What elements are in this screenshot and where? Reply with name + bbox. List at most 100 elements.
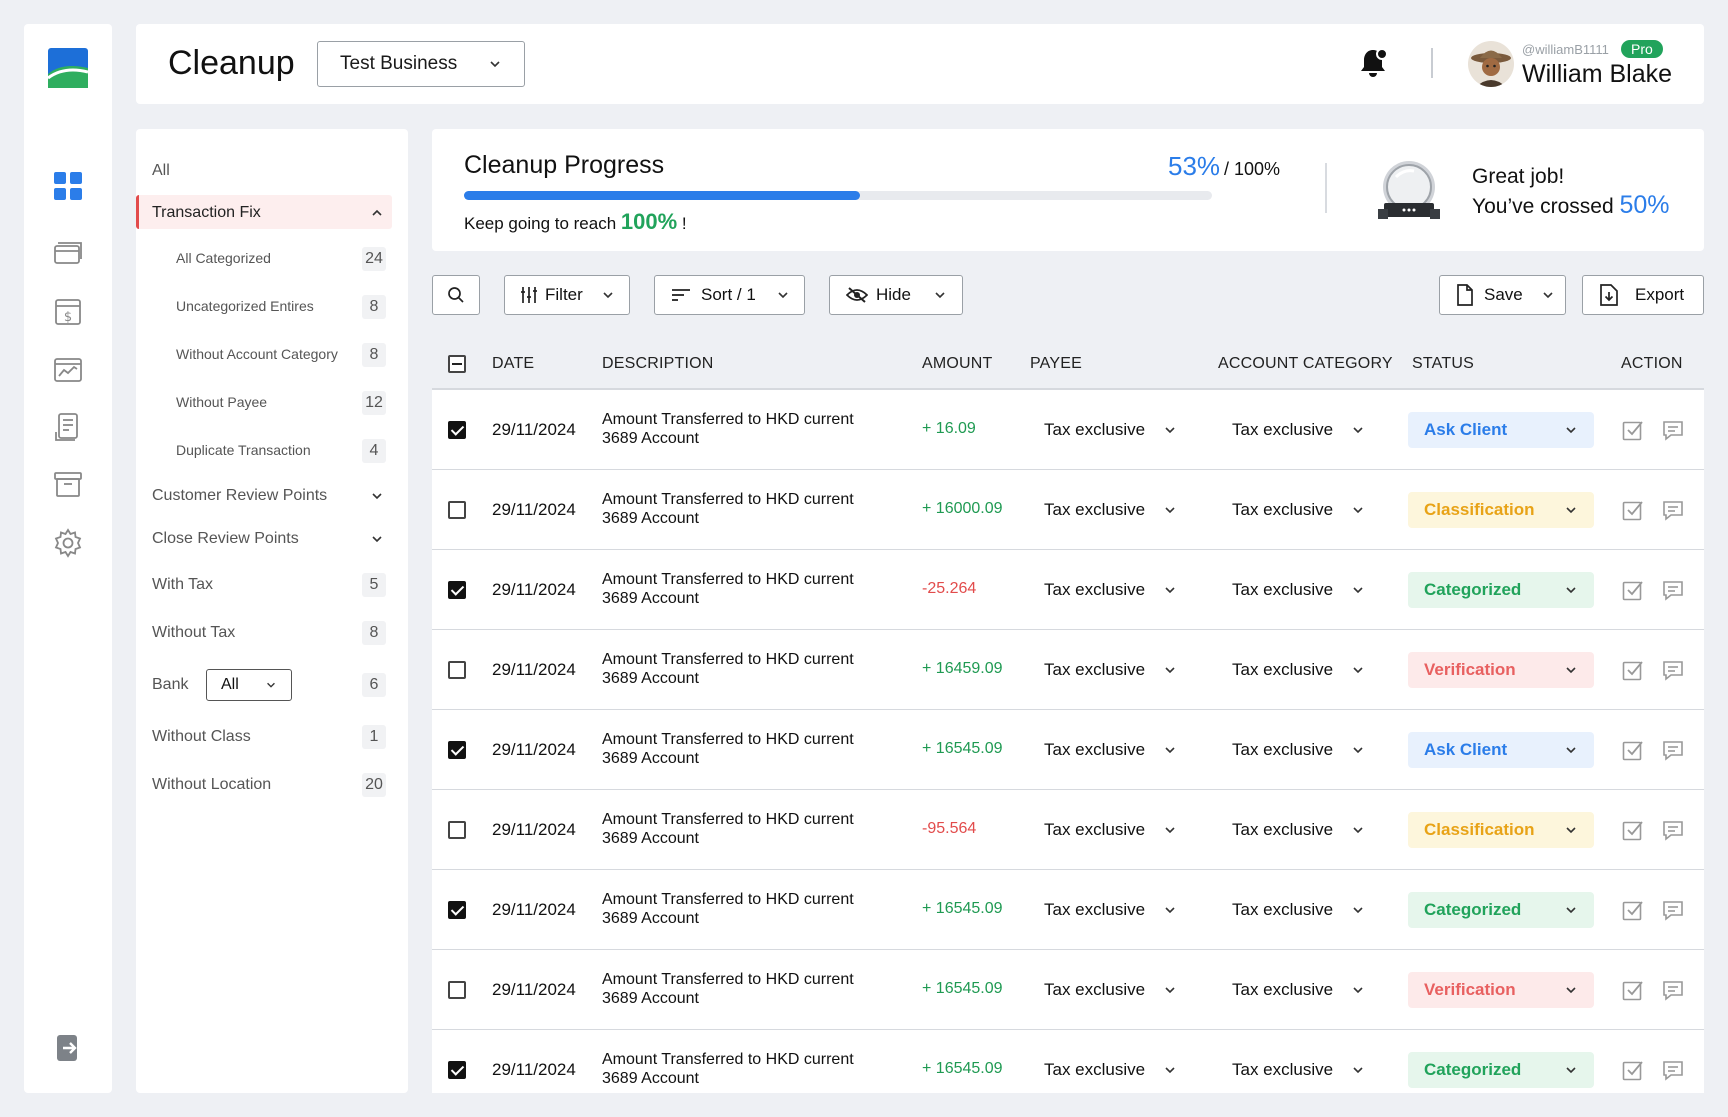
comment-icon[interactable] [1662,579,1684,601]
comment-icon[interactable] [1662,499,1684,521]
status-select[interactable]: Ask Client [1408,732,1594,768]
notification-bell-icon[interactable] [1356,46,1390,80]
table-row[interactable]: 29/11/2024 Amount Transferred to HKD curr… [432,790,1704,870]
table-row[interactable]: 29/11/2024 Amount Transferred to HKD curr… [432,630,1704,710]
dashboard-icon[interactable] [52,170,84,202]
filter-without-class[interactable]: Without Class [152,728,251,746]
col-payee[interactable]: PAYEE [1030,355,1082,373]
comment-icon[interactable] [1662,739,1684,761]
filter-all-categorized[interactable]: All Categorized [176,250,271,266]
export-button[interactable]: Export [1582,275,1704,315]
filter-without-account-category[interactable]: Without Account Category [176,346,338,362]
filter-all[interactable]: All [152,162,170,180]
table-row[interactable]: 29/11/2024 Amount Transferred to HKD curr… [432,870,1704,950]
col-status[interactable]: STATUS [1412,355,1474,373]
payee-select[interactable]: Tax exclusive [1044,660,1177,680]
search-button[interactable] [432,275,480,315]
invoice-icon[interactable]: $ [52,296,84,328]
approve-check-icon[interactable] [1622,819,1644,841]
col-amount[interactable]: AMOUNT [922,355,993,373]
row-checkbox[interactable] [448,661,466,679]
filter-uncategorized[interactable]: Uncategorized Entires [176,298,314,314]
hide-button[interactable]: Hide [829,275,963,315]
approve-check-icon[interactable] [1622,979,1644,1001]
table-row[interactable]: 29/11/2024 Amount Transferred to HKD curr… [432,1030,1704,1093]
table-row[interactable]: 29/11/2024 Amount Transferred to HKD curr… [432,710,1704,790]
report-icon[interactable] [52,411,84,443]
app-logo[interactable] [48,48,88,88]
row-checkbox[interactable] [448,501,466,519]
business-select[interactable]: Test Business [317,41,525,87]
status-select[interactable]: Categorized [1408,892,1594,928]
filter-without-payee[interactable]: Without Payee [176,394,267,410]
col-description[interactable]: DESCRIPTION [602,355,714,373]
approve-check-icon[interactable] [1622,739,1644,761]
filter-without-location[interactable]: Without Location [152,776,271,794]
approve-check-icon[interactable] [1622,499,1644,521]
chevron-down-icon[interactable] [370,489,384,503]
filter-close-review-points[interactable]: Close Review Points [152,530,299,548]
table-row[interactable]: 29/11/2024 Amount Transferred to HKD curr… [432,390,1704,470]
row-checkbox[interactable] [448,741,466,759]
account-category-select[interactable]: Tax exclusive [1232,820,1365,840]
filter-with-tax[interactable]: With Tax [152,576,213,594]
row-checkbox[interactable] [448,421,466,439]
select-all-checkbox[interactable] [448,355,466,373]
comment-icon[interactable] [1662,1059,1684,1081]
account-category-select[interactable]: Tax exclusive [1232,900,1365,920]
payee-select[interactable]: Tax exclusive [1044,1060,1177,1080]
archive-icon[interactable] [52,468,84,500]
avatar[interactable] [1468,41,1514,87]
status-select[interactable]: Categorized [1408,1052,1594,1088]
status-select[interactable]: Verification [1408,652,1594,688]
save-button[interactable]: Save [1439,275,1566,315]
row-checkbox[interactable] [448,821,466,839]
payee-select[interactable]: Tax exclusive [1044,500,1177,520]
settings-icon[interactable] [52,527,84,559]
payee-select[interactable]: Tax exclusive [1044,580,1177,600]
payee-select[interactable]: Tax exclusive [1044,740,1177,760]
account-category-select[interactable]: Tax exclusive [1232,660,1365,680]
table-row[interactable]: 29/11/2024 Amount Transferred to HKD curr… [432,470,1704,550]
table-row[interactable]: 29/11/2024 Amount Transferred to HKD curr… [432,550,1704,630]
approve-check-icon[interactable] [1622,1059,1644,1081]
comment-icon[interactable] [1662,419,1684,441]
row-checkbox[interactable] [448,1061,466,1079]
comment-icon[interactable] [1662,899,1684,921]
status-select[interactable]: Verification [1408,972,1594,1008]
chevron-up-icon[interactable] [370,206,384,220]
user-name[interactable]: William Blake [1522,60,1672,89]
status-select[interactable]: Classification [1408,812,1594,848]
approve-check-icon[interactable] [1622,899,1644,921]
chevron-down-icon[interactable] [370,532,384,546]
col-action[interactable]: ACTION [1621,355,1683,373]
comment-icon[interactable] [1662,979,1684,1001]
bank-select[interactable]: All [206,669,292,701]
status-select[interactable]: Categorized [1408,572,1594,608]
payee-select[interactable]: Tax exclusive [1044,820,1177,840]
approve-check-icon[interactable] [1622,419,1644,441]
account-category-select[interactable]: Tax exclusive [1232,980,1365,1000]
filter-customer-review-points[interactable]: Customer Review Points [152,487,327,505]
logout-icon[interactable] [52,1032,84,1064]
row-checkbox[interactable] [448,901,466,919]
payee-select[interactable]: Tax exclusive [1044,900,1177,920]
account-category-select[interactable]: Tax exclusive [1232,1060,1365,1080]
account-category-select[interactable]: Tax exclusive [1232,580,1365,600]
comment-icon[interactable] [1662,819,1684,841]
row-checkbox[interactable] [448,581,466,599]
filter-duplicate-transaction[interactable]: Duplicate Transaction [176,442,311,458]
approve-check-icon[interactable] [1622,579,1644,601]
filter-without-tax[interactable]: Without Tax [152,624,235,642]
chart-icon[interactable] [52,354,84,386]
account-category-select[interactable]: Tax exclusive [1232,740,1365,760]
payee-select[interactable]: Tax exclusive [1044,420,1177,440]
cards-icon[interactable] [52,238,84,270]
filter-button[interactable]: Filter [504,275,630,315]
row-checkbox[interactable] [448,981,466,999]
status-select[interactable]: Classification [1408,492,1594,528]
account-category-select[interactable]: Tax exclusive [1232,420,1365,440]
approve-check-icon[interactable] [1622,659,1644,681]
table-row[interactable]: 29/11/2024 Amount Transferred to HKD curr… [432,950,1704,1030]
sort-button[interactable]: Sort / 1 [654,275,805,315]
